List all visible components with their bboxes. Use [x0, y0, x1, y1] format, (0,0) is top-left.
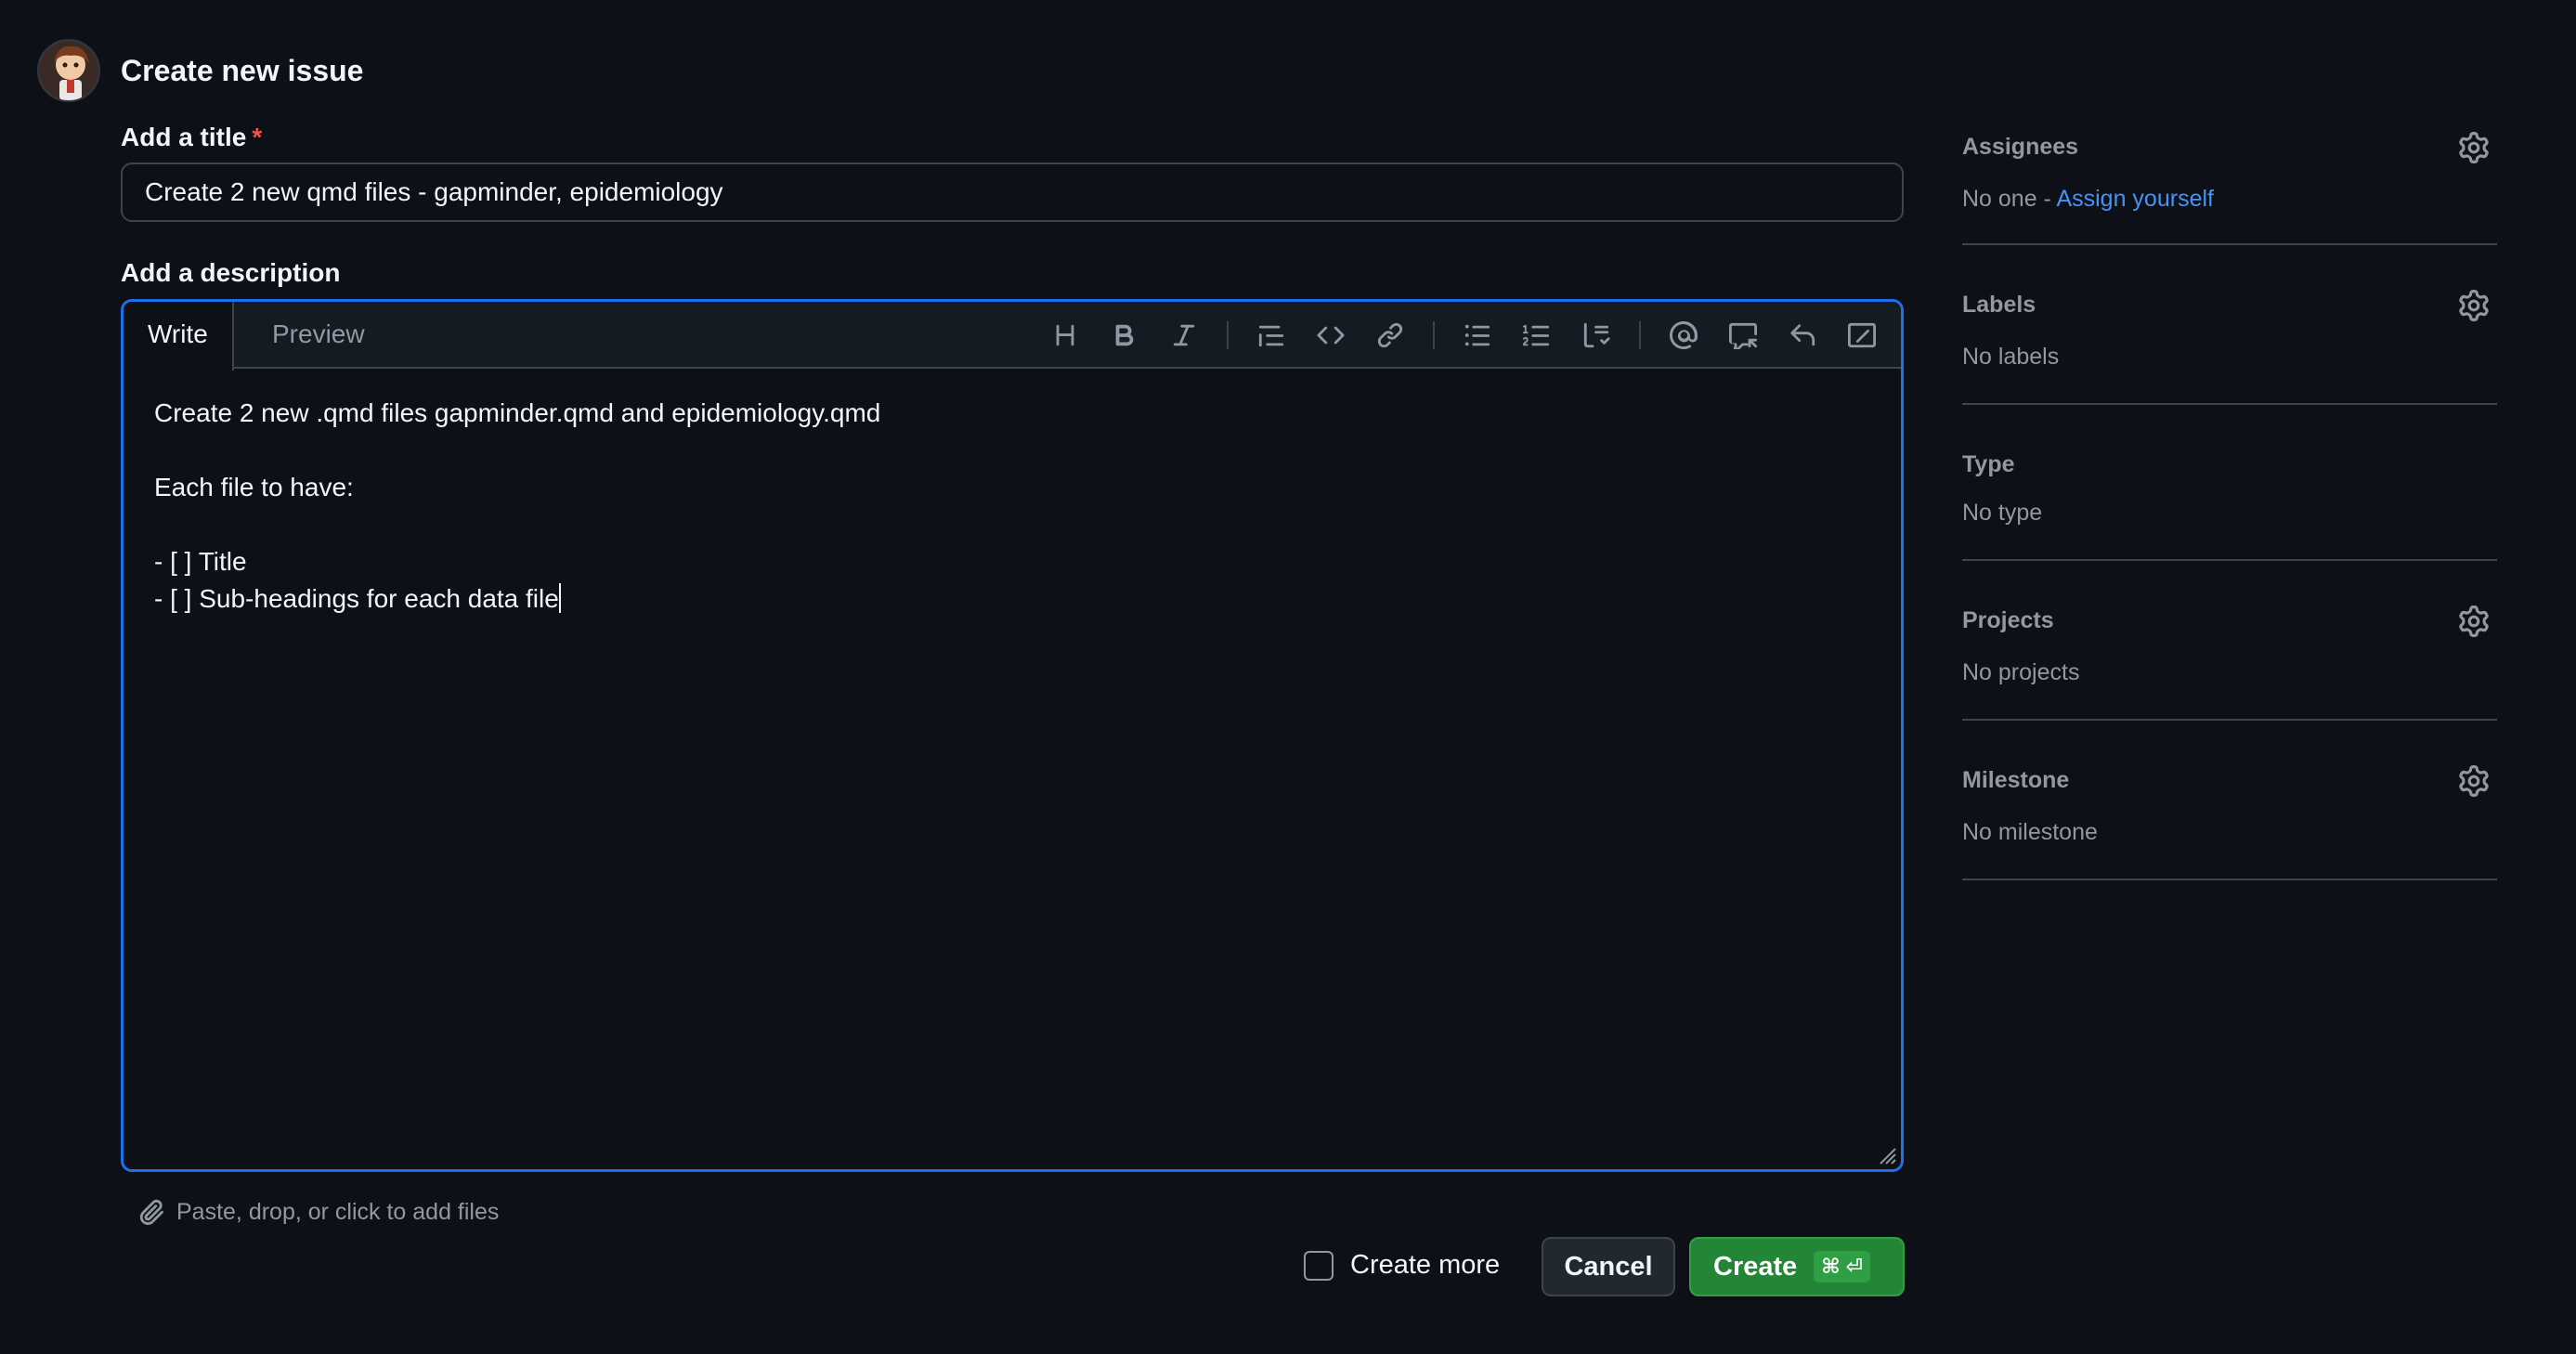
paperclip-icon — [139, 1199, 163, 1226]
milestone-value: No milestone — [1962, 819, 2098, 845]
labels-title: Labels — [1962, 292, 2036, 318]
projects-title: Projects — [1962, 607, 2054, 633]
saved-reply-icon[interactable] — [1773, 309, 1832, 361]
create-more-label[interactable]: Create more — [1350, 1250, 1500, 1281]
assign-yourself-link[interactable]: Assign yourself — [2056, 186, 2214, 212]
avatar[interactable] — [37, 39, 100, 102]
assignees-value: No one - Assign yourself — [1962, 186, 2214, 213]
sidebar-type: Type No type — [1962, 405, 2497, 561]
description-textarea[interactable]: Create 2 new .qmd files gapminder.qmd an… — [124, 369, 1901, 1167]
bold-icon[interactable] — [1095, 309, 1154, 361]
description-line — [154, 506, 1870, 543]
milestone-title: Milestone — [1962, 767, 2070, 793]
toolbar-divider — [1433, 321, 1435, 349]
description-line: - [ ] Sub-headings for each data file — [154, 584, 559, 613]
sidebar-projects: Projects No projects — [1962, 561, 2497, 721]
description-line: Create 2 new .qmd files gapminder.qmd an… — [154, 398, 881, 427]
sidebar-labels: Labels No labels — [1962, 245, 2497, 405]
page-title: Create new issue — [121, 54, 364, 87]
gear-icon[interactable] — [2458, 605, 2490, 637]
code-icon[interactable] — [1301, 309, 1360, 361]
unordered-list-icon[interactable] — [1448, 309, 1507, 361]
slash-command-icon[interactable] — [1832, 309, 1892, 361]
description-editor: Write Preview Create 2 new .qmd files ga… — [121, 299, 1904, 1172]
title-label: Add a title * — [121, 123, 262, 152]
attach-files-text: Paste, drop, or click to add files — [176, 1198, 500, 1225]
tab-preview[interactable]: Preview — [248, 302, 389, 369]
toolbar-divider — [1227, 321, 1229, 349]
cancel-button[interactable]: Cancel — [1542, 1237, 1675, 1296]
title-input[interactable] — [121, 163, 1904, 222]
type-value: No type — [1962, 500, 2043, 526]
description-line: Each file to have: — [154, 473, 354, 501]
assignees-title: Assignees — [1962, 134, 2079, 160]
issue-sidebar: Assignees No one - Assign yourself Label… — [1962, 121, 2497, 880]
link-icon[interactable] — [1360, 309, 1420, 361]
attach-files[interactable]: Paste, drop, or click to add files — [137, 1198, 499, 1226]
text-cursor — [558, 583, 561, 613]
gear-icon[interactable] — [2458, 290, 2490, 321]
editor-header: Write Preview — [124, 302, 1901, 371]
reference-icon[interactable] — [1713, 309, 1773, 361]
markdown-toolbar — [1035, 302, 1892, 369]
keyboard-shortcut-hint: ⌘ ⏎ — [1814, 1251, 1871, 1282]
mention-icon[interactable] — [1654, 309, 1713, 361]
create-button-label: Create — [1713, 1251, 1798, 1282]
create-button[interactable]: Create ⌘ ⏎ — [1689, 1237, 1905, 1296]
quote-icon[interactable] — [1242, 309, 1301, 361]
sidebar-assignees: Assignees No one - Assign yourself — [1962, 121, 2497, 245]
create-more-checkbox[interactable] — [1304, 1250, 1334, 1281]
resize-handle-icon[interactable] — [1877, 1145, 1897, 1165]
command-enter-shortcut: ⌘ ⏎ — [1821, 1255, 1864, 1278]
required-mark: * — [252, 123, 263, 151]
title-label-text: Add a title — [121, 123, 247, 151]
description-line-last: - [ ] Sub-headings for each data file — [154, 580, 1870, 618]
create-more-option: Create more — [1304, 1250, 1500, 1281]
task-list-icon[interactable] — [1567, 309, 1626, 361]
projects-value: No projects — [1962, 659, 2080, 685]
heading-icon[interactable] — [1035, 309, 1095, 361]
type-title: Type — [1962, 451, 2015, 477]
sidebar-milestone: Milestone No milestone — [1962, 721, 2497, 880]
tab-write[interactable]: Write — [124, 302, 234, 371]
toolbar-divider — [1639, 321, 1641, 349]
gear-icon[interactable] — [2458, 765, 2490, 797]
italic-icon[interactable] — [1154, 309, 1214, 361]
gear-icon[interactable] — [2458, 132, 2490, 163]
assignees-value-text: No one - — [1962, 186, 2057, 212]
description-line — [154, 432, 1870, 469]
ordered-list-icon[interactable] — [1507, 309, 1567, 361]
description-label: Add a description — [121, 258, 341, 287]
labels-value: No labels — [1962, 344, 2060, 370]
description-line: - [ ] Title — [154, 547, 247, 576]
